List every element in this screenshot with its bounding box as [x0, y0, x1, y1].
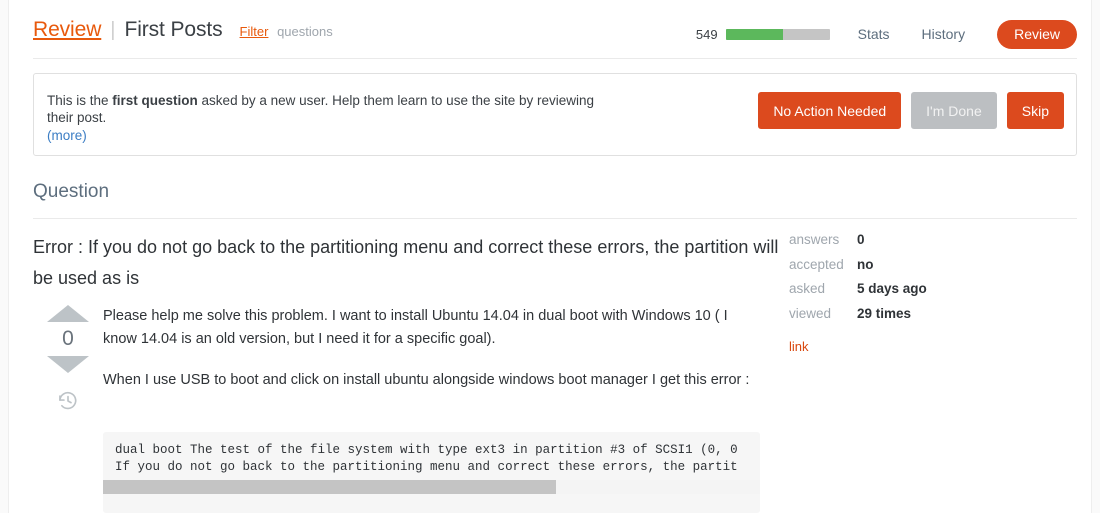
review-brand-link[interactable]: Review: [33, 18, 101, 42]
instructions-more-link[interactable]: (more): [47, 128, 87, 143]
stat-value: 0: [857, 232, 865, 247]
question-paragraph: When I use USB to boot and click on inst…: [103, 372, 750, 388]
code-block: dual boot The test of the file system wi…: [103, 432, 760, 513]
no-action-needed-button[interactable]: No Action Needed: [758, 92, 902, 129]
code-block-scrollbar-thumb[interactable]: [103, 480, 557, 494]
header-separator: |: [110, 19, 116, 41]
stat-label: viewed: [789, 305, 832, 321]
vote-cell: 0: [47, 305, 89, 412]
skip-button[interactable]: Skip: [1006, 92, 1064, 129]
review-header: Review | First Posts Filter questions 54…: [25, 18, 1077, 62]
stat-value: no: [857, 256, 874, 272]
section-divider: [33, 218, 1077, 219]
queue-title: First Posts: [124, 18, 223, 41]
review-pill-button[interactable]: Review: [997, 19, 1077, 49]
question-paragraph: Please help me solve this problem. I wan…: [103, 308, 728, 347]
stat-row: asked 5 days ago: [789, 281, 1069, 306]
review-action-buttons: No Action Needed I'm Done Skip: [758, 92, 1064, 129]
arrow-up-icon[interactable]: [47, 305, 89, 322]
stat-row: accepted no: [789, 257, 1069, 282]
section-heading: Question: [33, 181, 110, 202]
clock-history-icon[interactable]: [57, 390, 79, 412]
code-block-scrollbar[interactable]: [103, 480, 760, 494]
instructions-text-emphasis: first question: [112, 93, 198, 108]
question-title: Error : If you do not go back to the par…: [33, 237, 779, 288]
stat-label: answers: [789, 232, 840, 247]
page-content: Review | First Posts Filter questions 54…: [25, 0, 1077, 513]
header-titles: Review | First Posts Filter questions: [33, 18, 333, 42]
filter-scope-label: questions: [277, 24, 333, 39]
code-block-text: dual boot The test of the file system wi…: [115, 443, 738, 474]
stat-value: 29 times: [857, 305, 912, 321]
browser-viewport: Review | First Posts Filter questions 54…: [0, 0, 1100, 513]
nav-link-history[interactable]: History: [922, 26, 966, 42]
nav-link-stats[interactable]: Stats: [858, 26, 890, 42]
stat-label: asked: [789, 281, 826, 296]
header-divider: [33, 58, 1077, 59]
review-instructions-text: This is the first question asked by a ne…: [47, 92, 607, 126]
stat-value: 5 days ago: [857, 281, 927, 296]
question-stats: answers 0 accepted no asked 5 days ago v…: [789, 232, 1069, 356]
arrow-down-icon[interactable]: [47, 356, 89, 373]
question-body: Please help me solve this problem. I wan…: [103, 305, 763, 410]
im-done-button[interactable]: I'm Done: [911, 92, 997, 129]
question-link[interactable]: link: [789, 339, 809, 354]
vote-count: 0: [62, 327, 74, 350]
progress-bar-track: [725, 28, 830, 40]
instructions-text-before: This is the: [47, 93, 113, 108]
header-actions: 549 Stats History Review: [696, 14, 1077, 54]
progress-count: 549: [695, 26, 718, 42]
filter-link[interactable]: Filter: [240, 24, 269, 39]
stat-label: accepted: [789, 256, 844, 272]
page-sheet: Review | First Posts Filter questions 54…: [8, 0, 1092, 513]
stat-row: answers 0: [789, 232, 1069, 257]
filter-subnav: Filter questions: [240, 24, 333, 39]
stat-row: viewed 29 times: [789, 306, 1069, 331]
progress-bar-fill: [725, 28, 783, 40]
review-instructions-panel: This is the first question asked by a ne…: [33, 73, 1077, 156]
review-progress: 549: [696, 27, 830, 42]
